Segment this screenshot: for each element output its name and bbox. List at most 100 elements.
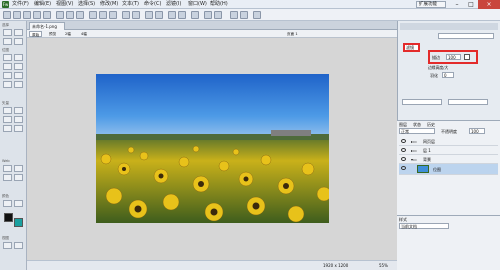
sunflower-field-svg (96, 74, 329, 223)
open-file-icon[interactable] (13, 11, 21, 19)
tools-section-colors: 颜色 (2, 194, 9, 198)
properties-dropdown[interactable] (438, 33, 494, 39)
hand-tool-icon[interactable] (3, 242, 12, 249)
view-original-button[interactable]: 原始 (29, 31, 43, 37)
join-icon[interactable] (145, 11, 153, 19)
document-tab[interactable]: 未命名-1.png (29, 22, 65, 30)
flip-icon[interactable] (230, 11, 238, 19)
show-slices-icon[interactable] (14, 174, 23, 181)
tools-section-web: Web (2, 159, 10, 163)
align-icon[interactable] (191, 11, 199, 19)
ungroup-icon[interactable] (132, 11, 140, 19)
zoom-level[interactable]: 55% (379, 263, 388, 268)
paste-icon[interactable] (109, 11, 117, 19)
hotspot-tool-icon[interactable] (3, 165, 12, 172)
layer-row-selected[interactable]: 位图 (399, 164, 498, 175)
menu-help[interactable]: 帮助(H) (210, 0, 228, 9)
export-icon[interactable] (43, 11, 51, 19)
pencil-tool-icon[interactable] (3, 72, 12, 79)
view-bar: 原始 预览 2幅 4幅 页面 1 (27, 30, 397, 38)
pointer-tool-icon[interactable] (3, 29, 12, 36)
zoom-tool-icon[interactable] (14, 242, 23, 249)
filter-label-box[interactable]: 滤镜 (403, 43, 420, 52)
view-4up-button[interactable]: 4幅 (81, 31, 87, 37)
menu-filters[interactable]: 滤镜(I) (166, 0, 181, 9)
layer-name: 层 1 (423, 148, 431, 153)
layer-row[interactable]: ▾▭ 背景 (399, 155, 498, 164)
bring-front-icon[interactable] (168, 11, 176, 19)
menu-text[interactable]: 文本(T) (122, 0, 139, 9)
eye-icon[interactable] (401, 157, 406, 161)
eyedropper-tool-icon[interactable] (3, 200, 12, 207)
freeform-tool-icon[interactable] (3, 125, 12, 132)
styles-dropdown[interactable]: 当前文档 (399, 223, 449, 229)
sunflower-field-image[interactable] (96, 74, 329, 223)
arrange-icon[interactable] (253, 11, 261, 19)
properties-input-a[interactable] (402, 99, 442, 105)
print-icon[interactable] (56, 11, 64, 19)
eye-icon[interactable] (401, 139, 406, 143)
layer-opacity-input[interactable]: 100 (469, 128, 485, 134)
properties-input-b[interactable] (448, 99, 488, 105)
send-back-icon[interactable] (178, 11, 186, 19)
magic-wand-tool-icon[interactable] (3, 63, 12, 70)
maximize-icon[interactable]: □ (464, 0, 478, 9)
cut-icon[interactable] (89, 11, 97, 19)
rubber-stamp-tool-icon[interactable] (14, 81, 23, 88)
page-selector[interactable]: 页面 1 (287, 31, 298, 37)
hide-slices-icon[interactable] (3, 174, 12, 181)
tools-panel: 选择 位图 矢量 Web 颜色 视图 (0, 21, 27, 270)
view-2up-button[interactable]: 2幅 (65, 31, 71, 37)
layer-name: 位图 (433, 167, 441, 172)
line-tool-icon[interactable] (3, 107, 12, 114)
copy-icon[interactable] (99, 11, 107, 19)
eraser-tool-icon[interactable] (14, 72, 23, 79)
eye-icon[interactable] (401, 148, 406, 152)
workspace-switcher[interactable]: 扩展功能 (416, 1, 446, 8)
stroke-stepper-icon[interactable] (464, 54, 470, 60)
marquee-tool-icon[interactable] (3, 54, 12, 61)
blur-tool-icon[interactable] (3, 81, 12, 88)
text-tool-icon[interactable] (14, 116, 23, 123)
crop-tool-icon[interactable] (14, 38, 23, 45)
menu-view[interactable]: 视图(V) (56, 0, 73, 9)
menu-edit[interactable]: 编辑(E) (34, 0, 51, 9)
slice-tool-icon[interactable] (14, 165, 23, 172)
menu-file[interactable]: 文件(F) (12, 0, 29, 9)
eye-icon[interactable] (401, 166, 406, 170)
menu-select[interactable]: 选择(S) (78, 0, 95, 9)
menu-modify[interactable]: 修改(M) (100, 0, 118, 9)
fill-color-swatch[interactable] (14, 218, 23, 227)
minimize-icon[interactable]: – (450, 0, 464, 9)
pen-tool-icon[interactable] (14, 107, 23, 114)
split-icon[interactable] (155, 11, 163, 19)
menu-window[interactable]: 窗口(W) (188, 0, 207, 9)
feather-input[interactable]: 0 (442, 72, 454, 78)
close-icon[interactable]: × (478, 0, 500, 9)
view-preview-button[interactable]: 预览 (49, 31, 56, 37)
redo-icon[interactable] (76, 11, 84, 19)
highlight-box: 描边 100 (428, 50, 478, 64)
lasso-tool-icon[interactable] (14, 54, 23, 61)
new-file-icon[interactable] (3, 11, 11, 19)
menu-commands[interactable]: 命令(C) (144, 0, 161, 9)
paint-bucket-tool-icon[interactable] (14, 200, 23, 207)
layer-row[interactable]: ▸▭ 网页层 (399, 137, 498, 146)
save-icon[interactable] (23, 11, 31, 19)
group-icon[interactable] (122, 11, 130, 19)
layer-row[interactable]: ▸▭ 层 1 (399, 146, 498, 155)
import-icon[interactable] (33, 11, 41, 19)
scale-tool-icon[interactable] (3, 38, 12, 45)
stroke-value-input[interactable]: 100 (446, 54, 461, 60)
subselect-tool-icon[interactable] (14, 29, 23, 36)
rotate-right-icon[interactable] (214, 11, 222, 19)
rotate-left-icon[interactable] (204, 11, 212, 19)
rectangle-tool-icon[interactable] (3, 116, 12, 123)
stroke-color-swatch[interactable] (4, 213, 13, 222)
layer-name: 背景 (423, 157, 431, 162)
knife-tool-icon[interactable] (14, 125, 23, 132)
distort-icon[interactable] (240, 11, 248, 19)
blend-mode-select[interactable]: 正常 (399, 128, 435, 134)
brush-tool-icon[interactable] (14, 63, 23, 70)
undo-icon[interactable] (66, 11, 74, 19)
